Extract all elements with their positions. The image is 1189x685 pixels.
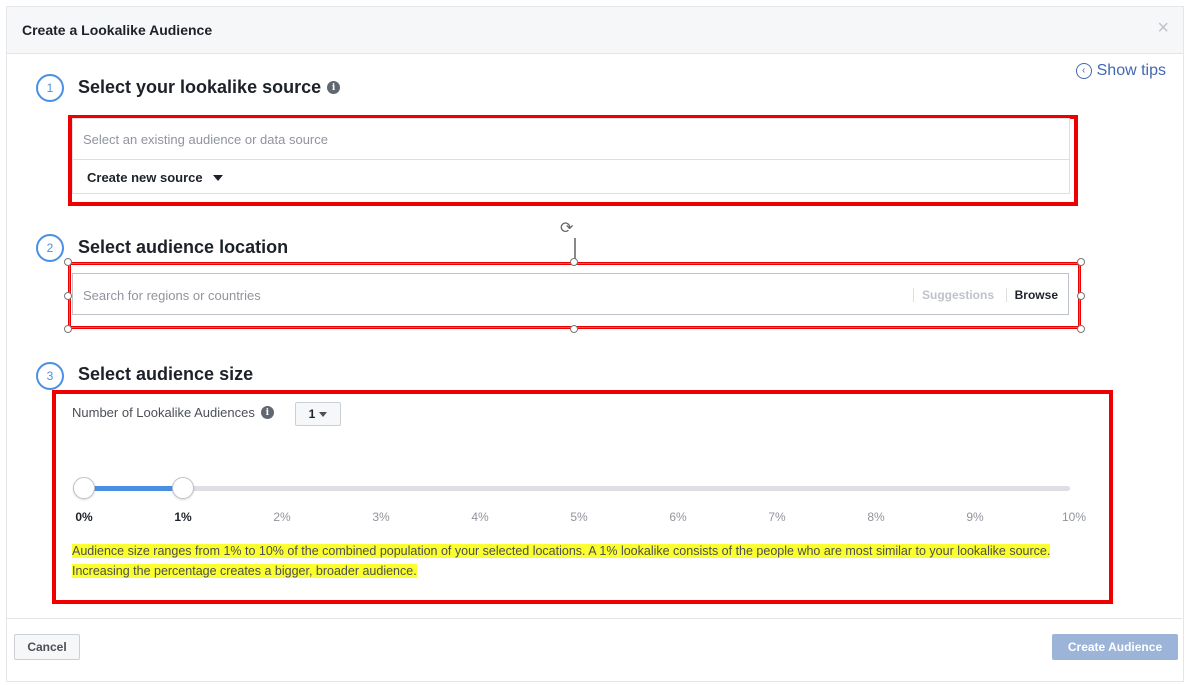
- audience-size-slider-track[interactable]: [78, 486, 1070, 491]
- resize-handle-top-left[interactable]: [64, 258, 72, 266]
- lookalike-count-text: Number of Lookalike Audiences: [72, 405, 255, 420]
- slider-tick-label: 5%: [570, 510, 588, 524]
- browse-button[interactable]: Browse: [1005, 288, 1058, 302]
- cancel-button[interactable]: Cancel: [14, 634, 80, 660]
- slider-tick-label: 3%: [372, 510, 390, 524]
- info-icon[interactable]: i: [260, 406, 274, 419]
- location-placeholder: Search for regions or countries: [83, 288, 261, 303]
- resize-handle-top-right[interactable]: [1077, 258, 1085, 266]
- close-icon[interactable]: ×: [1157, 17, 1169, 40]
- dialog-title: Create a Lookalike Audience: [22, 22, 213, 38]
- location-section-title: Select audience location: [78, 237, 288, 258]
- footer-divider: [7, 618, 1182, 619]
- resize-handle-middle-right[interactable]: [1077, 292, 1085, 300]
- lookalike-count-select[interactable]: 1: [295, 402, 341, 426]
- slider-tick-label: 0%: [75, 510, 93, 524]
- resize-handle-middle-left[interactable]: [64, 292, 72, 300]
- slider-start-handle[interactable]: [73, 477, 95, 499]
- location-search-input[interactable]: Search for regions or countries Suggesti…: [72, 273, 1069, 315]
- slider-tick-label: 10%: [1061, 510, 1087, 524]
- source-input[interactable]: Select an existing audience or data sour…: [73, 119, 1069, 160]
- slider-tick-label: 4%: [471, 510, 489, 524]
- resize-handle-bottom-right[interactable]: [1077, 325, 1085, 333]
- slider-tick-label: 2%: [273, 510, 291, 524]
- create-audience-button[interactable]: Create Audience: [1052, 634, 1178, 660]
- source-placeholder: Select an existing audience or data sour…: [83, 132, 328, 147]
- suggestions-button[interactable]: Suggestions: [912, 288, 994, 302]
- dialog-header: Create a Lookalike Audience ×: [7, 7, 1183, 54]
- source-section-title: Select your lookalike source i: [78, 77, 341, 98]
- info-icon[interactable]: i: [327, 81, 341, 94]
- lookalike-count-value: 1: [308, 407, 316, 421]
- resize-handle-top-center[interactable]: [570, 258, 578, 266]
- resize-handle-bottom-center[interactable]: [570, 325, 578, 333]
- resize-handle-bottom-left[interactable]: [64, 325, 72, 333]
- size-section-title: Select audience size: [78, 364, 253, 385]
- audience-size-description-text: Audience size ranges from 1% to 10% of t…: [72, 544, 1051, 578]
- source-selector: Select an existing audience or data sour…: [72, 118, 1070, 194]
- step-3-badge: 3: [36, 362, 64, 390]
- create-new-source-label: Create new source: [87, 170, 203, 185]
- slider-tick-label: 6%: [669, 510, 687, 524]
- location-title-text: Select audience location: [78, 237, 289, 257]
- step-2-badge: 2: [36, 234, 64, 262]
- caret-down-icon: [212, 174, 223, 181]
- slider-end-handle[interactable]: [172, 477, 194, 499]
- rotate-handle-icon[interactable]: ⟳: [560, 218, 573, 238]
- slider-tick-label: 1%: [174, 510, 192, 524]
- step-1-badge: 1: [36, 74, 64, 102]
- caret-down-icon: [319, 411, 328, 417]
- audience-size-description: Audience size ranges from 1% to 10% of t…: [72, 541, 1078, 581]
- show-tips-link[interactable]: ‹ Show tips: [1075, 62, 1166, 80]
- lookalike-count-label: Number of Lookalike Audiences i: [72, 405, 274, 420]
- create-new-source-button[interactable]: Create new source: [87, 170, 223, 185]
- slider-tick-label: 9%: [966, 510, 984, 524]
- source-title-text: Select your lookalike source: [78, 77, 322, 97]
- chevron-left-icon: ‹: [1075, 63, 1092, 79]
- size-title-text: Select audience size: [78, 364, 254, 384]
- show-tips-label: Show tips: [1096, 62, 1166, 79]
- slider-tick-label: 7%: [768, 510, 786, 524]
- slider-tick-label: 8%: [867, 510, 885, 524]
